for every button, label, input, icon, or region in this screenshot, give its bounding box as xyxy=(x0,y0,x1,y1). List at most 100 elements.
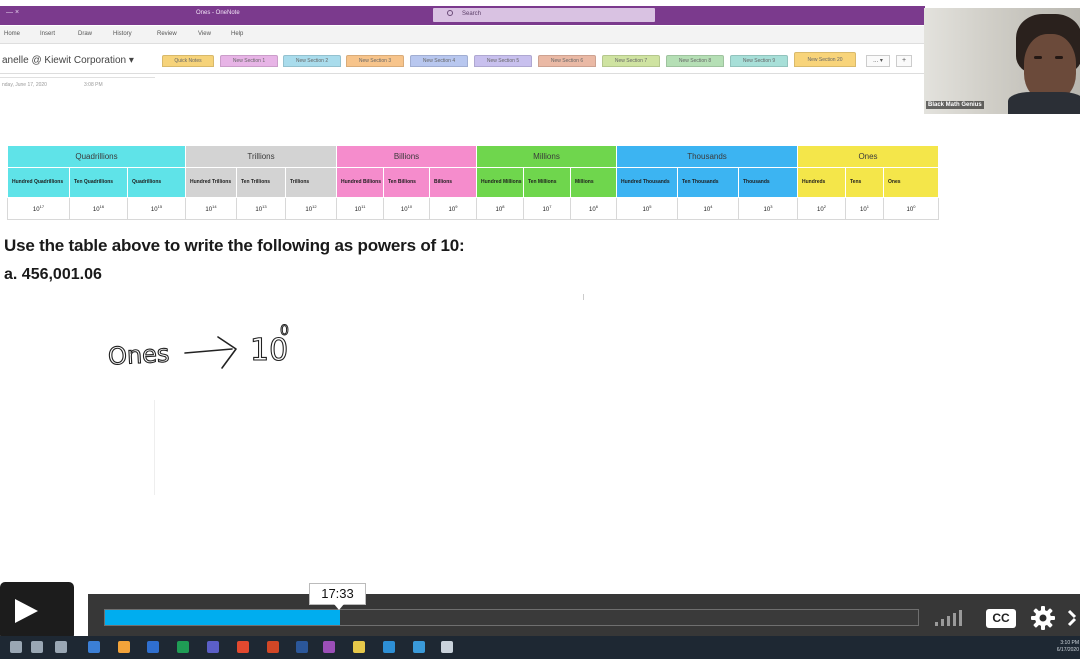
ink-guide-line xyxy=(154,400,155,495)
ribbon-menu: Home Insert Draw History Review View Help xyxy=(0,26,925,44)
power-base: 10 xyxy=(860,207,867,213)
section-tab-4[interactable]: New Section 3 xyxy=(346,55,404,67)
power-cell: 109 xyxy=(429,197,477,220)
progress-bar[interactable] xyxy=(104,609,919,626)
power-cell: 1011 xyxy=(336,197,384,220)
page-title-underline xyxy=(0,77,155,78)
volume-icon[interactable] xyxy=(935,610,969,626)
power-base: 10 xyxy=(150,207,158,213)
power-base: 10 xyxy=(92,207,100,213)
progress-fill xyxy=(105,610,340,625)
section-tab-7[interactable]: New Section 6 xyxy=(538,55,596,67)
menu-insert[interactable]: Insert xyxy=(40,31,55,37)
menu-home[interactable]: Home xyxy=(4,31,20,37)
place-label: Ten Quadrillions xyxy=(69,167,128,198)
window-controls[interactable]: — × xyxy=(6,9,19,16)
onenote-title-bar: — × Ones - OneNote Search xyxy=(0,6,925,25)
power-cell: 105 xyxy=(616,197,678,220)
play-button[interactable] xyxy=(0,582,74,640)
play-icon xyxy=(15,599,38,623)
power-cell: 100 xyxy=(883,197,939,220)
settings-taskbar-icon[interactable] xyxy=(383,641,395,653)
section-tab-2[interactable]: New Section 1 xyxy=(220,55,278,67)
place-label: Ten Millions xyxy=(523,167,571,198)
power-cell: 101 xyxy=(845,197,884,220)
place-label: Ten Trillions xyxy=(236,167,286,198)
section-tab-11[interactable]: New Section 20 xyxy=(794,52,856,67)
menu-help[interactable]: Help xyxy=(231,31,243,37)
sticky-notes-icon[interactable] xyxy=(353,641,365,653)
ink-speck xyxy=(583,294,584,300)
power-cell: 106 xyxy=(570,197,617,220)
section-tab-1[interactable]: Quick Notes xyxy=(162,55,214,67)
notebook-picker[interactable]: anelle @ Kiewit Corporation ▾ xyxy=(2,55,134,66)
period-header-trillions: Trillions xyxy=(185,145,337,168)
ink-word: Ones xyxy=(107,339,170,370)
section-tab-6[interactable]: New Section 5 xyxy=(474,55,532,67)
menu-draw[interactable]: Draw xyxy=(78,31,92,37)
menu-view[interactable]: View xyxy=(198,31,211,37)
chrome-icon[interactable] xyxy=(237,641,249,653)
taskbar-clock[interactable]: 3:10 PM 6/17/2020 xyxy=(1052,640,1079,654)
place-label: Billions xyxy=(429,167,477,198)
add-section-button[interactable]: + xyxy=(896,55,912,67)
place-value-table: Quadrillions Trillions Billions Millions Tho… xyxy=(7,145,939,220)
window-title: Ones - OneNote xyxy=(196,10,240,16)
search-placeholder: Search xyxy=(462,11,482,17)
page-time: 3:08 PM xyxy=(84,82,103,88)
store-icon[interactable] xyxy=(413,641,425,653)
powerpoint-icon[interactable] xyxy=(267,641,279,653)
menu-history[interactable]: History xyxy=(113,31,132,37)
start-icon[interactable] xyxy=(10,641,22,653)
place-label: Hundreds xyxy=(797,167,846,198)
power-exponent: 5 xyxy=(649,204,652,209)
power-exponent: 3 xyxy=(770,204,773,209)
section-tab-9[interactable]: New Section 8 xyxy=(666,55,724,67)
power-base: 10 xyxy=(589,207,596,213)
word-icon[interactable] xyxy=(296,641,308,653)
period-header-thousands: Thousands xyxy=(616,145,798,168)
power-exponent: 9 xyxy=(455,204,458,209)
place-label: Hundred Trillions xyxy=(185,167,237,198)
power-cell: 1013 xyxy=(236,197,286,220)
task-view-icon[interactable] xyxy=(55,641,67,653)
file-explorer-icon[interactable] xyxy=(118,641,130,653)
handwritten-ink: Ones 10 0 xyxy=(107,323,290,372)
problem-a: a. 456,001.06 xyxy=(4,266,102,283)
power-exponent: 14 xyxy=(212,204,217,209)
edge-icon[interactable] xyxy=(88,641,100,653)
menu-review[interactable]: Review xyxy=(157,31,177,37)
section-tab-3[interactable]: New Section 2 xyxy=(283,55,341,67)
section-tab-5[interactable]: New Section 4 xyxy=(410,55,468,67)
power-exponent: 4 xyxy=(710,204,713,209)
section-tab-10[interactable]: New Section 9 xyxy=(730,55,788,67)
place-label: Hundred Billions xyxy=(336,167,384,198)
snip-icon[interactable] xyxy=(441,641,453,653)
place-label: Hundred Thousands xyxy=(616,167,678,198)
search-taskbar-icon[interactable] xyxy=(31,641,43,653)
section-tab-8[interactable]: New Section 7 xyxy=(602,55,660,67)
outlook-icon[interactable] xyxy=(147,641,159,653)
search-icon xyxy=(447,10,453,16)
power-cell: 1014 xyxy=(185,197,237,220)
power-cell: 1010 xyxy=(383,197,430,220)
power-exponent: 13 xyxy=(262,204,267,209)
power-cell: 1012 xyxy=(285,197,337,220)
settings-gear-icon[interactable] xyxy=(1030,605,1056,631)
place-label: Ten Billions xyxy=(383,167,430,198)
fullscreen-icon[interactable] xyxy=(1066,607,1080,629)
search-box[interactable]: Search xyxy=(433,8,655,22)
place-label: Hundred Millions xyxy=(476,167,524,198)
power-exponent: 8 xyxy=(502,204,505,209)
closed-captions-button[interactable]: CC xyxy=(986,609,1016,628)
teams-icon[interactable] xyxy=(207,641,219,653)
excel-icon[interactable] xyxy=(177,641,189,653)
more-sections-button[interactable]: ... ▾ xyxy=(866,55,890,67)
video-frame: — × Ones - OneNote Search Home Insert Draw… xyxy=(0,0,1080,659)
onenote-icon[interactable] xyxy=(323,641,335,653)
power-base: 10 xyxy=(32,207,40,213)
power-exponent: 6 xyxy=(595,204,598,209)
power-exponent: 12 xyxy=(312,204,317,209)
time-tooltip: 17:33 xyxy=(309,583,366,610)
power-exponent: 10 xyxy=(407,204,413,209)
